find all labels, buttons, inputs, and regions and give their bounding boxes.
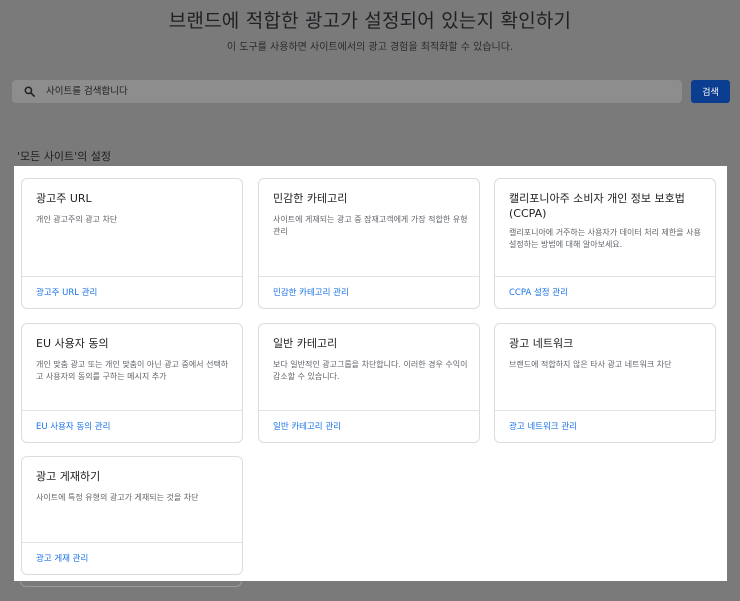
card-description: 사이트에 특정 유형의 광고가 게재되는 것을 차단	[36, 493, 199, 502]
card-description: 브랜드에 적합하지 않은 타사 광고 네트워크 차단	[509, 360, 672, 369]
card-description: 캘리포니아에 거주하는 사용자가 데이터 처리 제한을 사용 설정하는 방법에 …	[509, 228, 701, 249]
card-footer: 광고 네트워크 관리	[495, 410, 715, 442]
section-title: '모든 사이트'의 설정	[17, 150, 112, 163]
card-edge-below-panel	[20, 581, 242, 587]
card-footer: 민감한 카테고리 관리	[259, 276, 479, 308]
card-title: 광고 게재하기	[36, 470, 101, 483]
card-ad-networks[interactable]: 광고 네트워크 브랜드에 적합하지 않은 타사 광고 네트워크 차단 광고 네트…	[494, 323, 716, 443]
card-description: 사이트에 게재되는 광고 중 잠재고객에게 가장 적합한 유형 관리	[273, 215, 468, 236]
card-title: 광고 네트워크	[509, 337, 574, 350]
card-ccpa[interactable]: 캘리포니아주 소비자 개인 정보 보호법 (CCPA) 캘리포니아에 거주하는 …	[494, 178, 716, 309]
search-icon	[22, 85, 36, 99]
manage-ccpa-link[interactable]: CCPA 설정 관리	[509, 286, 568, 298]
card-description: 개인 광고주의 광고 차단	[36, 215, 118, 224]
card-footer: EU 사용자 동의 관리	[22, 410, 242, 442]
page-subtitle: 이 도구를 사용하면 사이트에서의 광고 경험을 최적화할 수 있습니다.	[226, 42, 514, 53]
card-ad-serving[interactable]: 광고 게재하기 사이트에 특정 유형의 광고가 게재되는 것을 차단 광고 게재…	[21, 456, 243, 575]
manage-advertiser-url-link[interactable]: 광고주 URL 관리	[36, 286, 97, 298]
manage-ad-serving-link[interactable]: 광고 게재 관리	[36, 552, 88, 564]
card-sensitive-categories[interactable]: 민감한 카테고리 사이트에 게재되는 광고 중 잠재고객에게 가장 적합한 유형…	[258, 178, 480, 309]
page-title: 브랜드에 적합한 광고가 설정되어 있는지 확인하기	[168, 10, 572, 32]
card-title: 캘리포니아주 소비자 개인 정보 보호법 (CCPA)	[509, 192, 685, 220]
settings-panel: 광고주 URL 개인 광고주의 광고 차단 광고주 URL 관리 민감한 카테고…	[14, 166, 727, 581]
card-title: 광고주 URL	[36, 192, 92, 205]
card-description: 보다 일반적인 광고그룹을 차단합니다. 이러한 경우 수익이 감소할 수 있습…	[273, 360, 468, 381]
search-bar[interactable]	[12, 80, 682, 103]
card-eu-consent[interactable]: EU 사용자 동의 개인 맞춤 광고 또는 개인 맞춤이 아닌 광고 중에서 선…	[21, 323, 243, 443]
card-title: EU 사용자 동의	[36, 337, 109, 350]
manage-sensitive-categories-link[interactable]: 민감한 카테고리 관리	[273, 286, 349, 298]
search-button[interactable]: 검색	[691, 80, 730, 103]
manage-eu-consent-link[interactable]: EU 사용자 동의 관리	[36, 420, 110, 432]
card-footer: 광고주 URL 관리	[22, 276, 242, 308]
card-footer: 광고 게재 관리	[22, 542, 242, 574]
card-title: 일반 카테고리	[273, 337, 338, 350]
card-general-categories[interactable]: 일반 카테고리 보다 일반적인 광고그룹을 차단합니다. 이러한 경우 수익이 …	[258, 323, 480, 443]
card-description: 개인 맞춤 광고 또는 개인 맞춤이 아닌 광고 중에서 선택하고 사용자의 동…	[36, 360, 229, 381]
search-input[interactable]	[44, 85, 648, 98]
manage-ad-networks-link[interactable]: 광고 네트워크 관리	[509, 420, 577, 432]
card-advertiser-url[interactable]: 광고주 URL 개인 광고주의 광고 차단 광고주 URL 관리	[21, 178, 243, 309]
manage-general-categories-link[interactable]: 일반 카테고리 관리	[273, 420, 341, 432]
card-title: 민감한 카테고리	[273, 192, 348, 205]
card-footer: CCPA 설정 관리	[495, 276, 715, 308]
card-footer: 일반 카테고리 관리	[259, 410, 479, 442]
